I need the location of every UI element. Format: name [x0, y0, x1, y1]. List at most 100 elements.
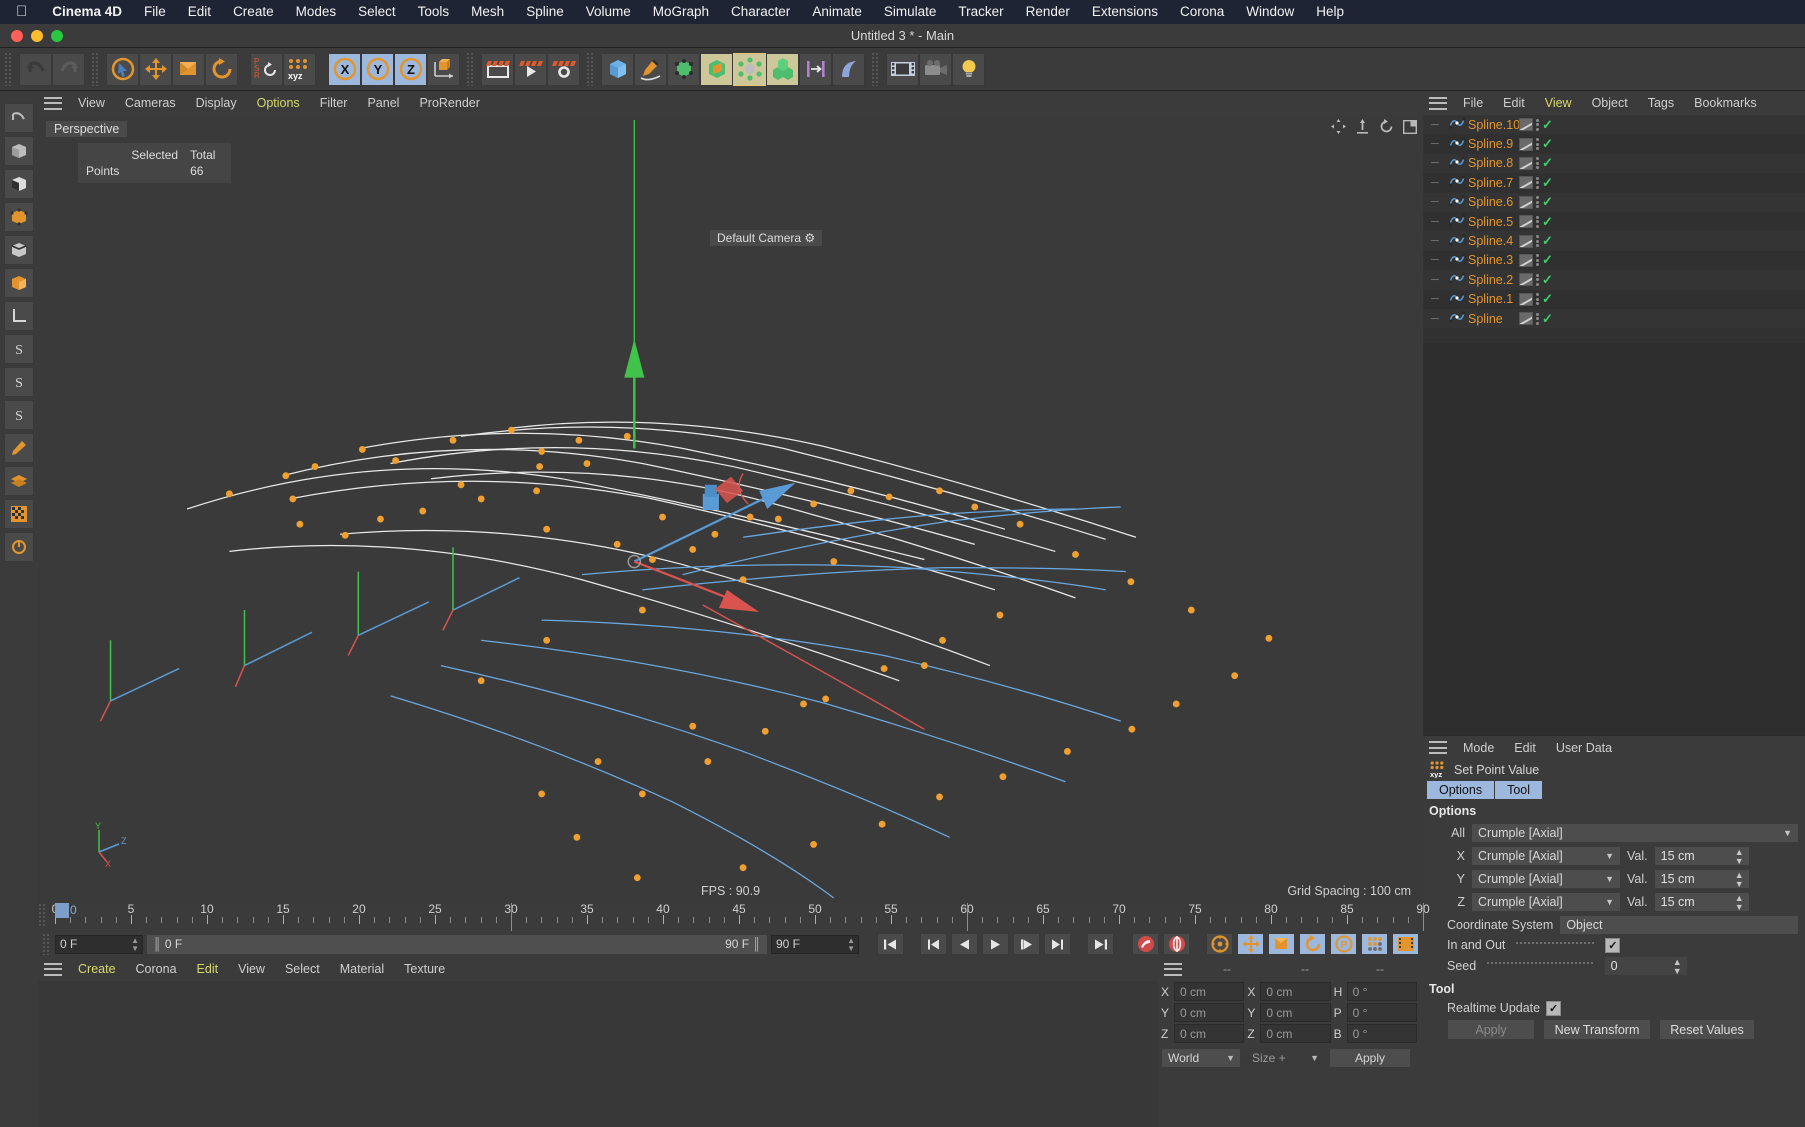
menu-item-file[interactable]: File: [133, 0, 177, 24]
apply-button[interactable]: Apply: [1447, 1019, 1535, 1040]
toolbar-grip[interactable]: [4, 52, 13, 86]
visibility-check-icon[interactable]: ✓: [1542, 311, 1553, 327]
timeline-ticks[interactable]: 0510152025303540455055606570758085900: [52, 902, 1430, 931]
visibility-check-icon[interactable]: ✓: [1542, 233, 1553, 249]
keyframe-settings-icon[interactable]: [1206, 933, 1233, 955]
axis-y-spinner[interactable]: ▲ ▼: [1735, 870, 1744, 889]
rotate-tool-icon[interactable]: [205, 52, 238, 86]
object-row[interactable]: ─ Spline.9 ✓: [1423, 134, 1805, 154]
menu-item-spline[interactable]: Spline: [515, 0, 575, 24]
am-menu-edit[interactable]: Edit: [1504, 741, 1546, 755]
coord-field-pos-z[interactable]: 0 cm: [1174, 1024, 1245, 1043]
tag-dots-icon[interactable]: [1536, 215, 1539, 228]
timeline-playhead[interactable]: [55, 903, 69, 918]
curve-icon[interactable]: [832, 52, 865, 86]
new-transform-button[interactable]: New Transform: [1543, 1019, 1651, 1040]
next-keyframe-icon[interactable]: [1044, 933, 1071, 955]
workplane-icon[interactable]: S: [4, 400, 34, 430]
axis-x-button[interactable]: X: [328, 52, 361, 86]
go-to-end-icon[interactable]: [1087, 933, 1114, 955]
viewport-menu-display[interactable]: Display: [186, 96, 247, 110]
workplane-lock-icon[interactable]: [4, 532, 34, 562]
in-and-out-checkbox[interactable]: ✓: [1605, 937, 1621, 953]
coord-field-pos-y[interactable]: 0 cm: [1174, 1003, 1245, 1022]
om-menu-view[interactable]: View: [1535, 96, 1582, 110]
pan-icon[interactable]: [1331, 119, 1346, 137]
material-menu-material[interactable]: Material: [330, 962, 394, 976]
point-level-anim-icon[interactable]: [1361, 933, 1388, 955]
coord-field-rot-h[interactable]: 0 °: [1346, 982, 1417, 1001]
phong-tag-icon[interactable]: [1519, 156, 1533, 170]
tab-tool[interactable]: Tool: [1495, 781, 1543, 799]
phong-tag-icon[interactable]: [1519, 215, 1533, 229]
visibility-check-icon[interactable]: ✓: [1542, 194, 1553, 210]
scale-key-icon[interactable]: [1268, 933, 1295, 955]
toolbar-grip-3[interactable]: [466, 52, 475, 86]
size-mode-select[interactable]: Size + ▼: [1245, 1048, 1325, 1068]
axis-z-value-field[interactable]: 15 cm ▲ ▼: [1653, 891, 1750, 912]
object-row[interactable]: ─ Spline ✓: [1423, 308, 1805, 329]
preview-range-bar[interactable]: ║ 0 F 90 F ║: [147, 934, 767, 954]
axis-z-spinner[interactable]: ▲ ▼: [1735, 893, 1744, 912]
all-mode-select[interactable]: Crumple [Axial] ▼: [1471, 822, 1799, 843]
material-menu-create[interactable]: Create: [68, 962, 126, 976]
om-menu-file[interactable]: File: [1453, 96, 1493, 110]
phong-tag-icon[interactable]: [1519, 234, 1533, 248]
axis-z-mode-select[interactable]: Crumple [Axial] ▼: [1471, 891, 1621, 912]
primitive-cube-icon[interactable]: [601, 52, 634, 86]
render-settings-icon[interactable]: [547, 52, 580, 86]
axis-y-mode-select[interactable]: Crumple [Axial] ▼: [1471, 868, 1621, 889]
menu-item-tools[interactable]: Tools: [407, 0, 461, 24]
menu-item-corona[interactable]: Corona: [1169, 0, 1235, 24]
visibility-check-icon[interactable]: ✓: [1542, 175, 1553, 191]
material-menu-icon[interactable]: [44, 962, 62, 976]
menu-item-help[interactable]: Help: [1305, 0, 1355, 24]
phong-tag-icon[interactable]: [1519, 118, 1533, 132]
tag-dots-icon[interactable]: [1536, 254, 1539, 267]
param-key-icon[interactable]: P: [1330, 933, 1357, 955]
motion-icon[interactable]: [799, 52, 832, 86]
object-manager-list[interactable]: ─ Spline.10 ✓ ─ Spline.9 ✓ ─ Spline.8 ✓ ─ Spline.7…: [1423, 115, 1805, 343]
realtime-update-checkbox[interactable]: ✓: [1546, 1000, 1562, 1016]
spline-pen-icon[interactable]: [634, 52, 667, 86]
object-row[interactable]: ─ Spline.10 ✓: [1423, 115, 1805, 135]
object-row[interactable]: ─ Spline.2 ✓: [1423, 270, 1805, 290]
menu-item-edit[interactable]: Edit: [177, 0, 222, 24]
object-row[interactable]: ─ Spline.3 ✓: [1423, 250, 1805, 271]
film-icon[interactable]: [886, 52, 919, 86]
material-menu-edit[interactable]: Edit: [187, 962, 229, 976]
snap-icon[interactable]: [4, 433, 34, 463]
viewport-menu-panel[interactable]: Panel: [357, 96, 409, 110]
texture-mode-icon[interactable]: [4, 169, 34, 199]
menu-item-animate[interactable]: Animate: [801, 0, 873, 24]
scale-tool-icon[interactable]: [172, 52, 205, 86]
tag-dots-icon[interactable]: [1536, 176, 1539, 189]
object-row[interactable]: ─ Spline.8 ✓: [1423, 153, 1805, 174]
environment-icon[interactable]: [733, 52, 766, 86]
axis-y-value-field[interactable]: 15 cm ▲ ▼: [1653, 868, 1750, 889]
menu-item-mesh[interactable]: Mesh: [460, 0, 515, 24]
viewport-menu-cameras[interactable]: Cameras: [115, 96, 186, 110]
axis-x-value-field[interactable]: 15 cm ▲ ▼: [1653, 845, 1750, 866]
light-icon[interactable]: [952, 52, 985, 86]
tag-dots-icon[interactable]: [1536, 157, 1539, 170]
position-key-icon[interactable]: [1237, 933, 1264, 955]
menu-item-window[interactable]: Window: [1235, 0, 1305, 24]
object-row[interactable]: ─ Spline.5 ✓: [1423, 211, 1805, 232]
apple-logo-icon[interactable]: : [10, 3, 41, 22]
axis-z-button[interactable]: Z: [394, 52, 427, 86]
material-list-area[interactable]: [38, 981, 1158, 1127]
viewport-menu-view[interactable]: View: [68, 96, 115, 110]
phong-tag-icon[interactable]: [1519, 137, 1533, 151]
play-icon[interactable]: [982, 933, 1009, 955]
maximize-icon[interactable]: [1402, 119, 1418, 137]
previous-keyframe-icon[interactable]: [920, 933, 947, 955]
coord-field-rot-b[interactable]: 0 °: [1346, 1024, 1417, 1043]
current-frame-field[interactable]: 0 F ▲ ▼: [55, 934, 143, 954]
tab-options[interactable]: Options: [1427, 781, 1495, 799]
coordinate-system-dropdown[interactable]: Object: [1559, 914, 1799, 935]
camera-icon[interactable]: [919, 52, 952, 86]
axis-y-button[interactable]: Y: [361, 52, 394, 86]
timeline-icon[interactable]: [1392, 933, 1419, 955]
trackbar-grip[interactable]: [42, 933, 51, 955]
